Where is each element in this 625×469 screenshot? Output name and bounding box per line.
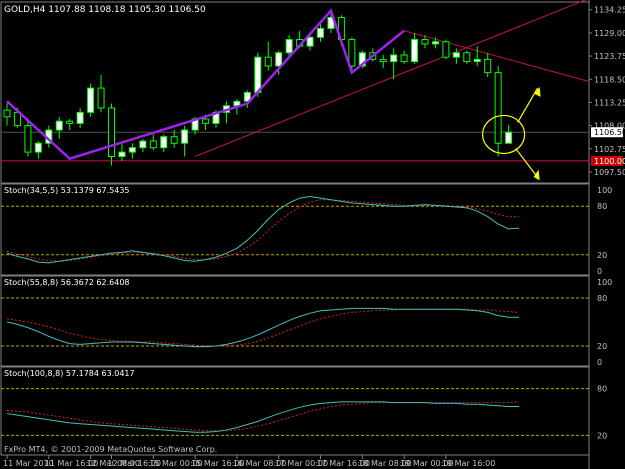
bear-candle xyxy=(202,118,210,124)
bull-candle xyxy=(87,87,95,113)
stochastic-scale-label: 80 xyxy=(597,202,607,211)
stochastic-label: Stoch(34,5,5) 53.1379 67.5435 xyxy=(4,186,130,195)
stochastic-label: Stoch(55,8,8) 56.3672 62.6408 xyxy=(4,278,130,287)
bull-candle xyxy=(128,147,136,153)
bear-candle xyxy=(97,87,105,109)
bull-candle xyxy=(505,131,513,144)
bear-candle xyxy=(421,39,429,45)
stochastic-scale-label: 20 xyxy=(597,431,607,440)
bull-candle xyxy=(431,41,439,45)
bear-candle xyxy=(170,136,178,144)
bear-candle xyxy=(442,41,450,58)
bear-candle xyxy=(66,120,74,124)
price-tick-label: 1113.25 xyxy=(594,98,625,107)
stochastic-scale-label: 100 xyxy=(597,186,612,195)
current-price-label: 1106.50 xyxy=(594,128,625,137)
stochastic-scale-label: 0 xyxy=(597,267,602,276)
price-tick-label: 1123.75 xyxy=(594,52,625,61)
stochastic-scale-label: 80 xyxy=(597,294,607,303)
copyright-text: FxPro MT4, © 2001-2009 MetaQuotes Softwa… xyxy=(4,445,217,454)
bear-candle xyxy=(264,56,272,67)
bull-candle xyxy=(285,39,293,54)
chart-background xyxy=(0,0,625,469)
bull-candle xyxy=(306,36,314,47)
price-tick-label: 1097.50 xyxy=(594,168,625,177)
bull-candle xyxy=(317,27,324,38)
stochastic-label: Stoch(100,8,8) 57.1784 63.0417 xyxy=(4,369,135,378)
bull-candle xyxy=(34,142,42,153)
bull-candle xyxy=(452,52,460,58)
bull-candle xyxy=(76,111,84,124)
bull-candle xyxy=(118,151,126,158)
bull-candle xyxy=(390,54,398,63)
price-tick-label: 1129.00 xyxy=(594,29,625,38)
bull-candle xyxy=(55,120,63,131)
bear-candle xyxy=(108,107,115,158)
stochastic-scale-label: 20 xyxy=(597,251,607,260)
bull-candle xyxy=(275,52,283,67)
bull-candle xyxy=(473,58,481,63)
bull-candle xyxy=(160,136,168,149)
bear-candle xyxy=(3,109,11,118)
bull-candle xyxy=(181,129,189,144)
bear-candle xyxy=(379,58,387,63)
bear-candle xyxy=(149,140,157,149)
price-tick-label: 1102.75 xyxy=(594,145,625,154)
bull-candle xyxy=(139,140,147,149)
price-tick-label: 1134.25 xyxy=(594,6,625,15)
symbol-header: GOLD,H4 1107.88 1108.18 1105.30 1106.50 xyxy=(4,5,206,15)
time-tick-label: 19 Mar 16:00 xyxy=(442,459,495,468)
stochastic-scale-label: 100 xyxy=(597,278,612,287)
hline-price-label: 1100.00 xyxy=(594,157,625,166)
bear-candle xyxy=(494,72,502,144)
bear-candle xyxy=(348,39,356,67)
bear-candle xyxy=(484,58,492,74)
chart-canvas[interactable]: 1134.251129.001123.751118.501113.251108.… xyxy=(0,0,625,469)
stochastic-scale-label: 80 xyxy=(597,385,607,394)
price-tick-label: 1118.50 xyxy=(594,75,625,84)
bear-candle xyxy=(24,125,32,153)
stochastic-scale-label: 20 xyxy=(597,342,607,351)
stochastic-scale-label: 0 xyxy=(597,358,602,367)
bull-candle xyxy=(411,39,419,63)
bull-candle xyxy=(254,56,262,93)
bear-candle xyxy=(400,54,408,63)
bear-candle xyxy=(463,52,471,63)
